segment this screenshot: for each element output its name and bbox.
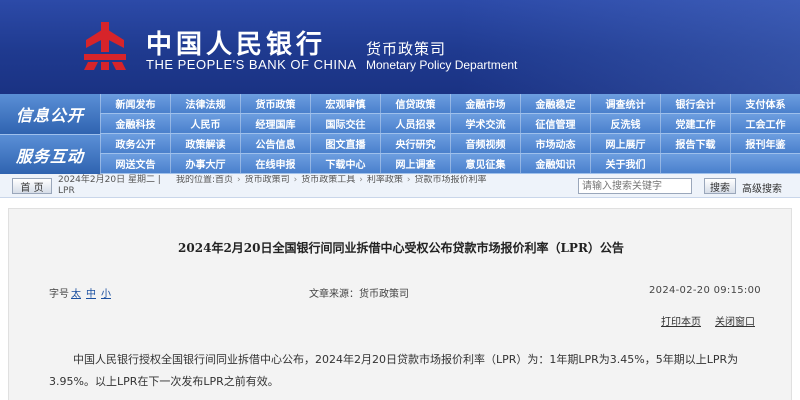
advanced-search-link[interactable]: 高级搜索 xyxy=(742,180,782,195)
close-window-link[interactable]: 关闭窗口 xyxy=(715,313,755,328)
home-button[interactable]: 首 页 xyxy=(12,178,52,194)
nav-item[interactable]: 工会工作 xyxy=(730,114,800,133)
current-date: 2024年2月20日 星期二 | LPR xyxy=(58,175,161,196)
print-page-link[interactable]: 打印本页 xyxy=(661,313,701,328)
article-meta: 字号 太中小 文章来源：货币政策司 2024-02-20 09:15:00 xyxy=(9,285,793,300)
breadcrumb-item[interactable]: 货币政策司 xyxy=(245,175,290,185)
nav-item[interactable]: 报告下载 xyxy=(660,134,730,153)
article-panel: 2024年2月20日全国银行间同业拆借中心受权公布贷款市场报价利率（LPR）公告… xyxy=(8,208,792,400)
nav-item[interactable]: 报刊年鉴 xyxy=(730,134,800,153)
nav-item[interactable]: 金融知识 xyxy=(520,154,590,173)
nav-item[interactable]: 人民币 xyxy=(170,114,240,133)
nav-item[interactable]: 国际交往 xyxy=(310,114,380,133)
nav-item[interactable]: 银行会计 xyxy=(660,94,730,113)
nav-item[interactable]: 网上调查 xyxy=(380,154,450,173)
nav-item[interactable]: 支付体系 xyxy=(730,94,800,113)
publish-time: 2024-02-20 09:15:00 xyxy=(649,285,761,296)
nav-section-info-public[interactable]: 信息公开 xyxy=(0,94,100,134)
nav-item[interactable]: 办事大厅 xyxy=(170,154,240,173)
pboc-emblem-icon[interactable] xyxy=(80,20,130,72)
article-body: 中国人民银行授权全国银行间同业拆借中心公布，2024年2月20日贷款市场报价利率… xyxy=(49,353,739,388)
nav-item[interactable]: 市场动态 xyxy=(520,134,590,153)
nav-item-empty xyxy=(730,154,800,173)
bank-name-en: THE PEOPLE'S BANK OF CHINA xyxy=(146,57,357,72)
nav-item[interactable]: 经理国库 xyxy=(240,114,310,133)
breadcrumb-separator: › xyxy=(293,175,298,185)
nav-item[interactable]: 反洗钱 xyxy=(590,114,660,133)
banner-decoration xyxy=(460,0,800,94)
nav-item[interactable]: 网送文告 xyxy=(100,154,170,173)
nav-item[interactable]: 图文直播 xyxy=(310,134,380,153)
nav-item[interactable]: 宏观审慎 xyxy=(310,94,380,113)
nav-row-1: 新闻发布 法律法规 货币政策 宏观审慎 信贷政策 金融市场 金融稳定 调查统计 … xyxy=(100,94,800,114)
nav-item[interactable]: 人员招录 xyxy=(380,114,450,133)
main-navigation: 信息公开 服务互动 新闻发布 法律法规 货币政策 宏观审慎 信贷政策 金融市场 … xyxy=(0,94,800,174)
breadcrumb-separator: › xyxy=(359,175,363,185)
font-size-options: 太中小 xyxy=(71,285,116,300)
breadcrumb-item[interactable]: 我的位置:首页 xyxy=(176,175,233,185)
nav-row-2: 金融科技 人民币 经理国库 国际交往 人员招录 学术交流 征信管理 反洗钱 党建… xyxy=(100,114,800,134)
font-size-medium-link[interactable]: 中 xyxy=(86,289,96,300)
breadcrumb-item[interactable]: 利率政策 xyxy=(367,175,403,185)
font-size-label: 字号 xyxy=(49,289,69,300)
department-name-cn: 货币政策司 xyxy=(366,40,447,58)
nav-item[interactable]: 党建工作 xyxy=(660,114,730,133)
breadcrumb-separator: › xyxy=(237,175,241,185)
breadcrumb-separator: › xyxy=(406,175,411,185)
article-title: 2024年2月20日全国银行间同业拆借中心受权公布贷款市场报价利率（LPR）公告 xyxy=(178,241,624,255)
nav-item[interactable]: 意见征集 xyxy=(450,154,520,173)
search-button[interactable]: 搜索 xyxy=(704,178,736,194)
breadcrumb: 我的位置:首页 › 货币政策司 › 货币政策工具 › 利率政策 › 贷款市场报价利率 xyxy=(176,175,576,186)
nav-item-empty xyxy=(660,154,730,173)
nav-item[interactable]: 征信管理 xyxy=(520,114,590,133)
font-size-large-link[interactable]: 太 xyxy=(71,289,81,300)
nav-item[interactable]: 央行研究 xyxy=(380,134,450,153)
nav-item[interactable]: 音频视频 xyxy=(450,134,520,153)
nav-item[interactable]: 金融科技 xyxy=(100,114,170,133)
nav-item[interactable]: 金融稳定 xyxy=(520,94,590,113)
header-banner: 中国人民银行 THE PEOPLE'S BANK OF CHINA 货币政策司 … xyxy=(0,0,800,94)
breadcrumb-item[interactable]: 贷款市场报价利率 xyxy=(415,175,487,185)
nav-row-3: 政务公开 政策解读 公告信息 图文直播 央行研究 音频视频 市场动态 网上展厅 … xyxy=(100,134,800,154)
department-name-en: Monetary Policy Department xyxy=(366,58,518,72)
nav-item[interactable]: 信贷政策 xyxy=(380,94,450,113)
nav-item[interactable]: 法律法规 xyxy=(170,94,240,113)
nav-item[interactable]: 货币政策 xyxy=(240,94,310,113)
bank-name-cn: 中国人民银行 xyxy=(146,30,327,60)
nav-item[interactable]: 新闻发布 xyxy=(100,94,170,113)
article-source: 文章来源：货币政策司 xyxy=(309,289,409,300)
nav-item[interactable]: 金融市场 xyxy=(450,94,520,113)
breadcrumb-bar: 首 页 2024年2月20日 星期二 | LPR 我的位置:首页 › 货币政策司 › 货… xyxy=(0,174,800,198)
nav-item[interactable]: 政策解读 xyxy=(170,134,240,153)
nav-section-service[interactable]: 服务互动 xyxy=(0,134,100,174)
nav-item[interactable]: 关于我们 xyxy=(590,154,660,173)
nav-row-4: 网送文告 办事大厅 在线申报 下载中心 网上调查 意见征集 金融知识 关于我们 xyxy=(100,154,800,174)
nav-item[interactable]: 公告信息 xyxy=(240,134,310,153)
nav-item[interactable]: 政务公开 xyxy=(100,134,170,153)
nav-item[interactable]: 学术交流 xyxy=(450,114,520,133)
nav-item[interactable]: 下载中心 xyxy=(310,154,380,173)
search-input[interactable] xyxy=(578,178,692,194)
nav-item[interactable]: 调查统计 xyxy=(590,94,660,113)
nav-item[interactable]: 在线申报 xyxy=(240,154,310,173)
font-size-small-link[interactable]: 小 xyxy=(101,289,111,300)
nav-item[interactable]: 网上展厅 xyxy=(590,134,660,153)
breadcrumb-item[interactable]: 货币政策工具 xyxy=(301,175,355,185)
